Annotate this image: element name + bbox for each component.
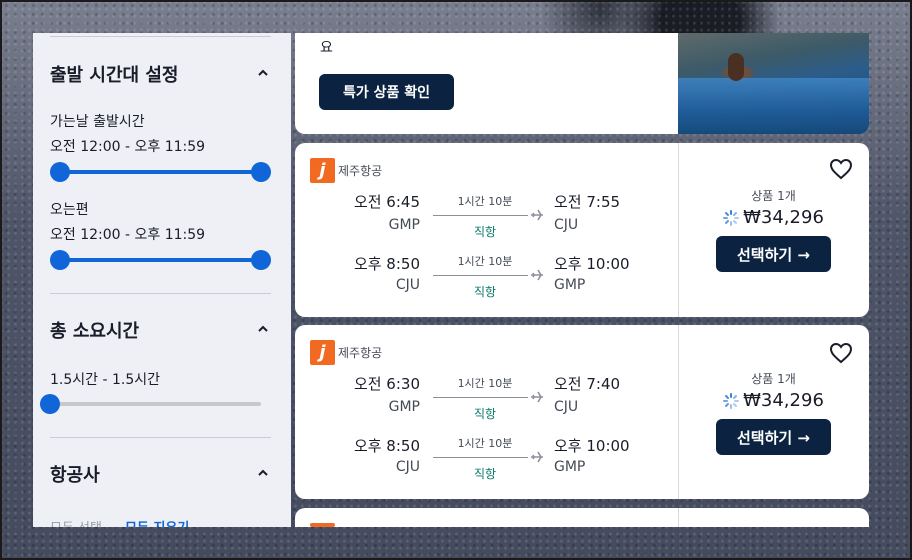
divider xyxy=(50,437,271,438)
card-divider xyxy=(678,325,679,499)
outbound-slider-track[interactable] xyxy=(60,170,261,174)
flight-duration: 1시간 10분 xyxy=(457,255,513,268)
flight-duration: 1시간 10분 xyxy=(457,195,513,208)
flight-duration: 1시간 10분 xyxy=(457,377,513,390)
heart-icon[interactable] xyxy=(829,342,853,364)
airline-logo: j xyxy=(310,340,335,365)
price-value: ₩34,296 xyxy=(743,390,824,411)
arrival-airport: CJU xyxy=(554,217,579,233)
plane-icon xyxy=(531,269,543,281)
flight-result-card[interactable]: j 제주항공 오전 6:30 GMP 1시간 10분 직항 오전 7:40 CJ… xyxy=(295,325,869,499)
price: ₩34,296 xyxy=(678,390,869,411)
airline-name: 제주항공 xyxy=(338,346,383,360)
duration-range: 1.5시간 - 1.5시간 xyxy=(50,372,161,388)
select-flight-button[interactable]: 선택하기 → xyxy=(716,419,831,455)
inbound-slider-track[interactable] xyxy=(60,258,261,262)
arrival-airport: CJU xyxy=(554,399,579,415)
inbound-slider-min-handle[interactable] xyxy=(50,250,70,270)
arrival-time: 오전 7:55 xyxy=(554,193,621,211)
select-flight-button[interactable]: 선택하기 → xyxy=(716,236,831,272)
departure-time: 오전 6:30 xyxy=(353,375,420,393)
airline-logo: j xyxy=(310,158,335,183)
duration-slider-track[interactable] xyxy=(50,402,261,406)
arrival-time: 오후 10:00 xyxy=(554,437,630,455)
loading-spinner-icon xyxy=(723,209,740,226)
card-divider xyxy=(678,143,679,317)
departure-airport: GMP xyxy=(388,399,420,415)
card-divider xyxy=(678,508,679,527)
chevron-up-icon[interactable] xyxy=(257,67,269,79)
inbound-time-range: 오전 12:00 - 오후 11:59 xyxy=(50,227,206,243)
direct-flight-label: 직항 xyxy=(473,407,497,421)
outbound-time-range: 오전 12:00 - 오후 11:59 xyxy=(50,139,206,155)
departure-time-title: 출발 시간대 설정 xyxy=(50,65,179,86)
deal-count: 상품 1개 xyxy=(751,189,796,203)
route-line xyxy=(433,457,528,458)
flight-result-card[interactable]: j 제주항공 오전 6:45 GMP 1시간 10분 직항 오전 7:55 CJ… xyxy=(295,143,869,317)
select-all-link[interactable]: 모두 선택 xyxy=(50,517,102,527)
outbound-time-label: 가는날 출발시간 xyxy=(50,114,145,130)
loading-spinner-icon xyxy=(723,392,740,409)
outbound-slider-min-handle[interactable] xyxy=(50,162,70,182)
filter-sidebar: 출발 시간대 설정 가는날 출발시간 오전 12:00 - 오후 11:59 오… xyxy=(33,33,291,527)
promo-image xyxy=(678,33,869,134)
deal-check-button[interactable]: 특가 상품 확인 xyxy=(319,74,454,110)
plane-icon xyxy=(531,391,543,403)
chevron-up-icon[interactable] xyxy=(257,323,269,335)
flight-result-card[interactable] xyxy=(295,508,869,527)
divider xyxy=(50,36,271,37)
heart-icon[interactable] xyxy=(829,158,853,180)
route-line xyxy=(433,275,528,276)
outbound-slider-max-handle[interactable] xyxy=(251,162,271,182)
promo-card: 요 특가 상품 확인 xyxy=(295,33,869,134)
arrival-time: 오후 10:00 xyxy=(554,255,630,273)
inbound-time-label: 오는편 xyxy=(50,202,89,218)
departure-time: 오후 8:50 xyxy=(353,437,420,455)
departure-time: 오후 8:50 xyxy=(353,255,420,273)
flight-duration: 1시간 10분 xyxy=(457,437,513,450)
direct-flight-label: 직항 xyxy=(473,225,497,239)
plane-icon xyxy=(531,451,543,463)
departure-airport: GMP xyxy=(388,217,420,233)
price-value: ₩34,296 xyxy=(743,207,824,228)
direct-flight-label: 직항 xyxy=(473,467,497,481)
clear-all-link[interactable]: 모두 지우기 xyxy=(125,517,189,527)
departure-time: 오전 6:45 xyxy=(353,193,420,211)
airlines-title: 항공사 xyxy=(50,465,100,486)
divider xyxy=(50,293,271,294)
price: ₩34,296 xyxy=(678,207,869,228)
route-line xyxy=(433,397,528,398)
arrival-airport: GMP xyxy=(554,277,586,293)
departure-airport: CJU xyxy=(395,459,420,475)
plane-icon xyxy=(531,209,543,221)
airline-logo xyxy=(310,523,335,527)
deal-count: 상품 1개 xyxy=(751,372,796,386)
arrival-time: 오전 7:40 xyxy=(554,375,621,393)
duration-slider-handle[interactable] xyxy=(40,394,60,414)
direct-flight-label: 직항 xyxy=(473,285,497,299)
arrival-airport: GMP xyxy=(554,459,586,475)
duration-title: 총 소요시간 xyxy=(50,321,140,342)
promo-text: 요 xyxy=(320,40,333,56)
departure-airport: CJU xyxy=(395,277,420,293)
airline-name: 제주항공 xyxy=(338,164,383,178)
chevron-up-icon[interactable] xyxy=(257,467,269,479)
route-line xyxy=(433,215,528,216)
inbound-slider-max-handle[interactable] xyxy=(251,250,271,270)
